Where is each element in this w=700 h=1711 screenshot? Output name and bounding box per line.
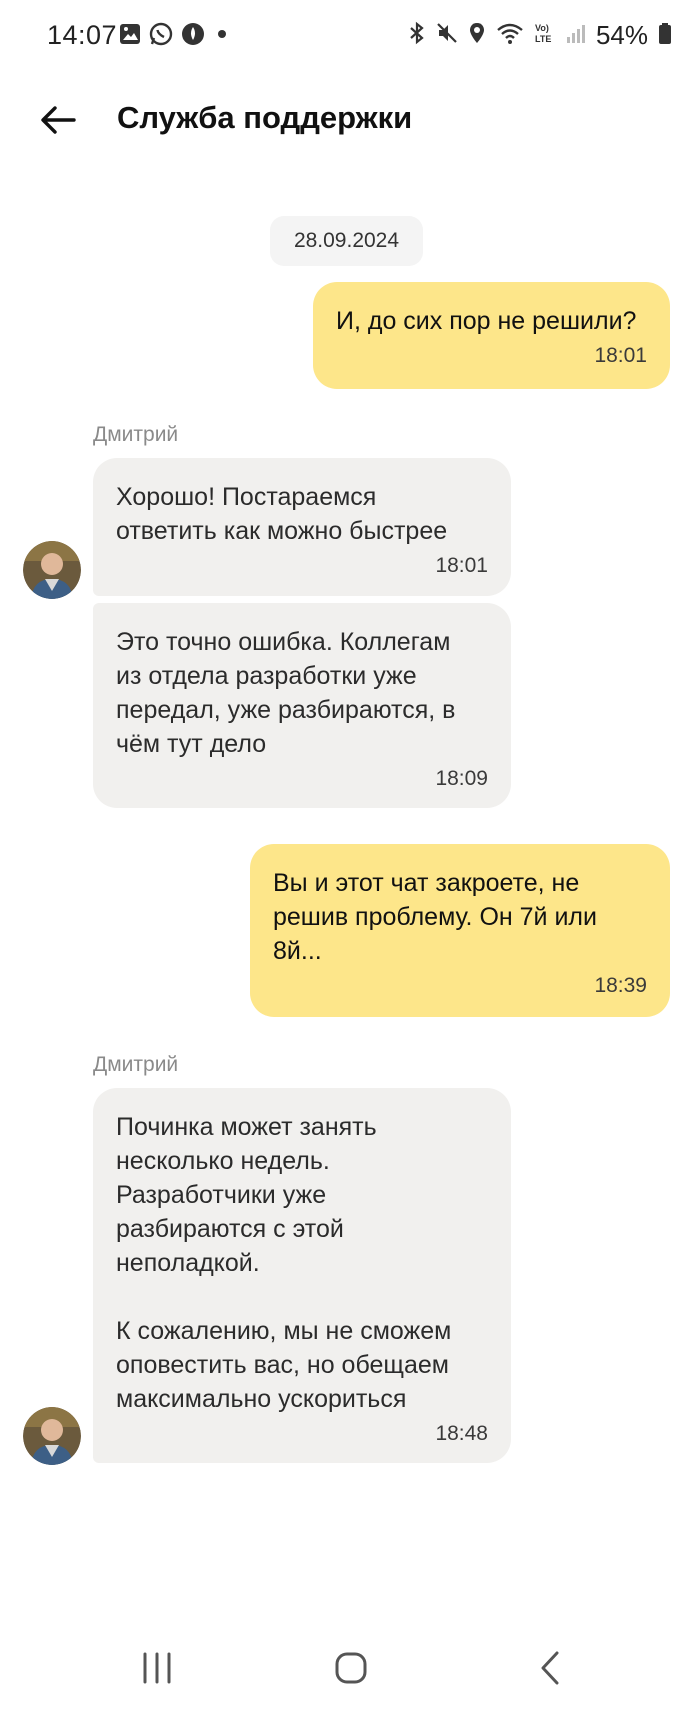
message-text: И, до сих пор не решили? <box>336 307 637 335</box>
incoming-message[interactable]: Хорошо! Постараемся ответить как можно б… <box>93 458 511 596</box>
volte-icon: Vo) LTE <box>534 21 556 50</box>
message-time: 18:09 <box>435 767 488 790</box>
avatar[interactable] <box>23 541 81 599</box>
wifi-icon <box>496 21 524 50</box>
location-icon <box>468 21 486 50</box>
app-bar: Служба поддержки <box>0 80 700 162</box>
home-icon <box>335 1652 367 1684</box>
sender-name: Дмитрий <box>93 1053 179 1076</box>
svg-text:LTE: LTE <box>535 34 551 44</box>
message-text: Вы и этот чат закроете, не решив проблем… <box>273 869 597 965</box>
recent-apps-icon <box>143 1652 171 1684</box>
incoming-message[interactable]: Это точно ошибка. Коллегам из отдела раз… <box>93 603 511 808</box>
status-bar: 14:07 Vo) LTE 54% <box>0 0 700 74</box>
svg-text:Vo): Vo) <box>535 23 549 33</box>
message-text: Это точно ошибка. Коллегам из отдела раз… <box>116 628 456 758</box>
page-title: Служба поддержки <box>117 100 413 135</box>
status-right-icons: Vo) LTE 54% <box>408 20 672 51</box>
status-left-icons <box>119 22 231 51</box>
date-separator: 28.09.2024 <box>270 216 423 266</box>
message-time: 18:48 <box>435 1422 488 1445</box>
outgoing-message[interactable]: Вы и этот чат закроете, не решив проблем… <box>250 844 670 1017</box>
battery-percent: 54% <box>595 20 648 50</box>
message-text: Починка может занять несколько недель. Р… <box>116 1113 452 1413</box>
avatar[interactable] <box>23 1407 81 1465</box>
outgoing-message[interactable]: И, до сих пор не решили? 18:01 <box>313 282 670 389</box>
recent-apps-button[interactable] <box>127 1643 187 1693</box>
back-button[interactable] <box>36 98 80 142</box>
app-notification-icon <box>181 22 205 51</box>
status-time: 14:07 <box>47 20 118 50</box>
mute-icon <box>436 21 458 50</box>
message-time: 18:01 <box>594 344 647 367</box>
battery-icon <box>658 21 672 50</box>
message-text: Хорошо! Постараемся ответить как можно б… <box>116 483 448 545</box>
signal-icon <box>566 21 586 50</box>
system-nav-bar <box>0 1621 700 1711</box>
back-icon <box>541 1651 559 1685</box>
incoming-message[interactable]: Починка может занять несколько недель. Р… <box>93 1088 511 1463</box>
sender-name: Дмитрий <box>93 423 179 446</box>
system-back-button[interactable] <box>520 1643 580 1693</box>
message-time: 18:39 <box>594 974 647 997</box>
message-time: 18:01 <box>435 554 488 577</box>
home-button[interactable] <box>321 1643 381 1693</box>
dot-icon <box>213 22 231 51</box>
gallery-icon <box>119 23 141 50</box>
arrow-left-icon <box>41 106 76 134</box>
bluetooth-icon <box>408 21 426 50</box>
whatsapp-icon <box>149 22 173 51</box>
